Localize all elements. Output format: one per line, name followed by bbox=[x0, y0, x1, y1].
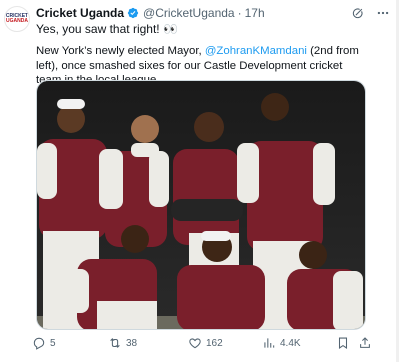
views-icon bbox=[264, 338, 275, 348]
tweet-photo[interactable] bbox=[36, 80, 366, 330]
grok-icon[interactable] bbox=[349, 5, 365, 21]
reply-icon bbox=[33, 337, 45, 350]
view-count: 4.4K bbox=[280, 337, 301, 349]
bookmark-button[interactable] bbox=[336, 336, 350, 350]
verified-badge-icon bbox=[127, 7, 139, 19]
tweet-header: Cricket Uganda @CricketUganda · 17h bbox=[36, 5, 265, 21]
avatar-logo: CRICKET UGANDA bbox=[5, 13, 29, 24]
separator: · bbox=[237, 6, 242, 20]
header-actions bbox=[349, 5, 391, 21]
tweet-line-1: Yes, you saw that right! 👀 bbox=[36, 22, 178, 36]
author-handle[interactable]: @CricketUganda bbox=[143, 6, 235, 20]
author-avatar[interactable]: CRICKET UGANDA bbox=[4, 6, 30, 32]
team-photo-illustration bbox=[37, 81, 365, 329]
bookmark-icon bbox=[338, 337, 348, 349]
tweet[interactable]: CRICKET UGANDA Cricket Uganda @CricketUg… bbox=[0, 0, 399, 362]
share-button[interactable] bbox=[358, 336, 372, 350]
timestamp[interactable]: 17h bbox=[245, 6, 265, 20]
repost-count: 38 bbox=[126, 337, 138, 349]
repost-icon bbox=[110, 338, 120, 348]
tweet-text-start: New York’s newly elected Mayor, bbox=[36, 45, 205, 57]
share-icon bbox=[360, 337, 370, 348]
like-button[interactable]: 162 bbox=[188, 336, 223, 350]
engagement-bar: 5 38 162 4.4K bbox=[30, 334, 375, 354]
mention-link[interactable]: @ZohranKMamdani bbox=[205, 45, 307, 57]
reply-count: 5 bbox=[50, 337, 56, 349]
like-icon bbox=[189, 338, 201, 349]
reply-button[interactable]: 5 bbox=[32, 336, 56, 350]
more-icon[interactable] bbox=[375, 5, 391, 21]
views-button[interactable]: 4.4K bbox=[262, 336, 301, 350]
author-name[interactable]: Cricket Uganda bbox=[36, 6, 124, 20]
repost-button[interactable]: 38 bbox=[108, 336, 137, 350]
like-count: 162 bbox=[206, 337, 223, 349]
